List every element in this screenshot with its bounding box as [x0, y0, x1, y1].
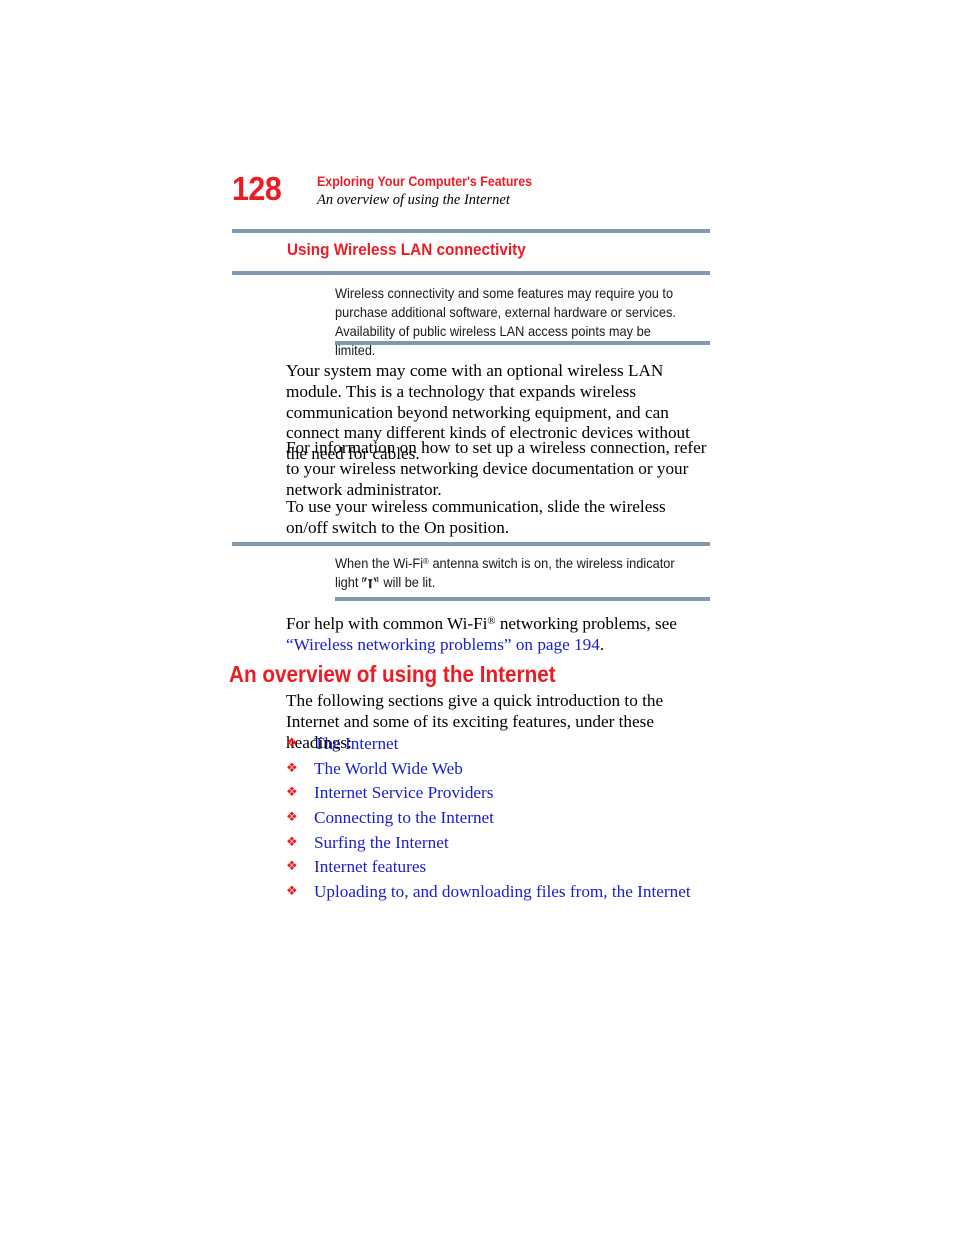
registered-mark: ®	[487, 616, 496, 628]
heading-an-overview-of-using-the-internet: An overview of using the Internet	[229, 661, 556, 687]
note2-text-after-icon: will be lit.	[383, 575, 436, 590]
help-lead-text: For help with common Wi-Fi	[286, 614, 488, 633]
paragraph-setup-info: For information on how to set up a wirel…	[286, 438, 707, 499]
link-uploading-downloading-files[interactable]: Uploading to, and downloading files from…	[314, 881, 691, 902]
list-item[interactable]: ❖ Surfing the Internet	[286, 832, 710, 857]
link-internet-features[interactable]: Internet features	[314, 856, 426, 877]
list-item[interactable]: ❖ Uploading to, and downloading files fr…	[286, 881, 710, 906]
section-subtitle: An overview of using the Internet	[317, 192, 510, 208]
diamond-bullet-icon: ❖	[286, 760, 298, 776]
cross-reference-link-wireless-networking-problems[interactable]: “Wireless networking problems” on page 1…	[286, 635, 600, 654]
page-number: 128	[232, 170, 282, 207]
paragraph-onoff-switch: To use your wireless communication, slid…	[286, 497, 666, 537]
list-item[interactable]: ❖ Internet features	[286, 856, 710, 881]
link-the-world-wide-web[interactable]: The World Wide Web	[314, 758, 463, 779]
rule-note2-top	[232, 542, 710, 546]
list-item[interactable]: ❖ Connecting to the Internet	[286, 807, 710, 832]
diamond-bullet-icon: ❖	[286, 884, 298, 900]
chapter-title: Exploring Your Computer's Features	[317, 174, 533, 189]
subheading-using-wireless-lan: Using Wireless LAN connectivity	[287, 240, 526, 259]
link-surfing-the-internet[interactable]: Surfing the Internet	[314, 832, 449, 853]
diamond-bullet-icon: ❖	[286, 736, 298, 751]
list-item[interactable]: ❖ The Internet	[286, 733, 710, 758]
list-item[interactable]: ❖ Internet Service Providers	[286, 782, 710, 807]
help-middle-text: networking problems, see	[495, 614, 677, 633]
diamond-bullet-icon: ❖	[286, 859, 298, 875]
header-text-block: Exploring Your Computer's Features An ov…	[317, 174, 717, 209]
rule-note1-bottom	[335, 341, 710, 345]
wireless-indicator-icon	[361, 575, 379, 589]
diamond-bullet-icon: ❖	[286, 785, 298, 801]
paragraph-wifi-help: For help with common Wi-Fi® networking p…	[286, 614, 710, 656]
link-internet-service-providers[interactable]: Internet Service Providers	[314, 782, 493, 803]
rule-note1-top	[232, 271, 710, 275]
internet-topics-list: ❖ The Internet ❖ The World Wide Web ❖ In…	[286, 733, 710, 906]
help-trailing-text: .	[599, 634, 605, 654]
diamond-bullet-icon: ❖	[286, 810, 298, 826]
document-page: 128 Exploring Your Computer's Features A…	[0, 0, 954, 1235]
page-header: 128 Exploring Your Computer's Features A…	[232, 172, 710, 218]
note-wifi-indicator: When the Wi-Fi® antenna switch is on, th…	[335, 554, 688, 592]
note-wireless-requirements: Wireless connectivity and some features …	[335, 286, 676, 358]
rule-above-subheading	[232, 229, 710, 233]
list-item[interactable]: ❖ The World Wide Web	[286, 758, 710, 783]
link-connecting-to-the-internet[interactable]: Connecting to the Internet	[314, 807, 494, 828]
diamond-bullet-icon: ❖	[286, 834, 298, 850]
rule-note2-bottom	[335, 597, 710, 601]
link-the-internet[interactable]: The Internet	[314, 733, 398, 754]
